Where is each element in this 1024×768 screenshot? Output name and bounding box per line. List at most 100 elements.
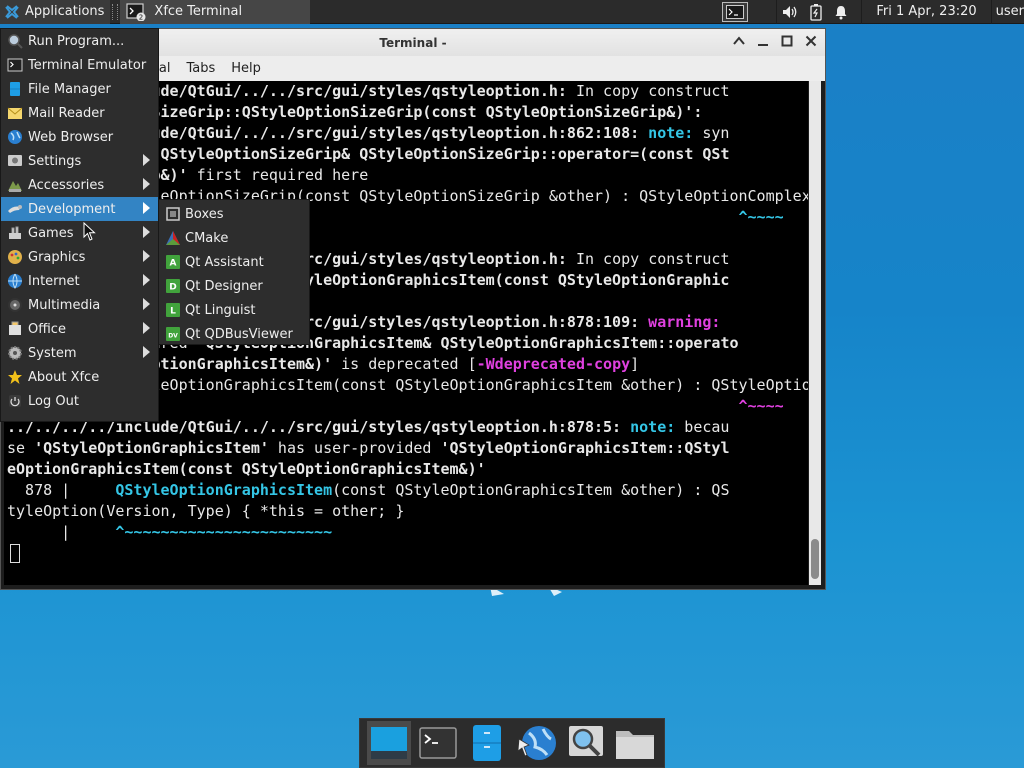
dock-search[interactable] [564,721,608,765]
games-icon [7,225,23,241]
system-icon [7,345,23,361]
top-panel: Applications 2 Xfce Terminal Fri 1 Apr, … [0,0,1024,24]
terminal-text: ] [630,355,640,373]
menu-item-label: Terminal Emulator [28,57,147,73]
terminal-text: is deprecated [ [332,355,477,373]
terminal-text: | [7,523,116,541]
menu-item-run-program[interactable]: Run Program... [1,29,158,53]
terminal-text: 'QStyleOptionGraphicsItem::QStyl [440,439,730,457]
tray-terminal-button[interactable] [722,1,749,22]
menu-item-graphics[interactable]: Graphics [1,245,158,269]
terminal-line: eOptionGraphicsItem(const QStyleOptionGr… [4,459,808,480]
menu-item-label: CMake [185,230,229,246]
menu-item-label: File Manager [28,81,111,97]
development-submenu: Boxes CMake A Qt Assistant D Qt Designer L Qt L… [158,199,310,345]
accessories-icon [7,177,23,193]
mail-icon [7,105,23,121]
menu-item-multimedia[interactable]: Multimedia [1,293,158,317]
menu-item-games[interactable]: Games [1,221,158,245]
menu-item-label: Internet [28,273,80,289]
submenu-arrow-icon [143,154,150,166]
menu-item-label: Boxes [185,206,224,222]
menu-item-label: Accessories [28,177,105,193]
menu-item-qt-qdbusviewer[interactable]: DV Qt QDBusViewer [159,322,309,346]
menu-item-qt-designer[interactable]: D Qt Designer [159,274,309,298]
minimize-button[interactable] [755,33,771,49]
qt-designer-icon: D [165,278,181,294]
menu-item-about-xfce[interactable]: About Xfce [1,365,158,389]
menu-item-office[interactable]: Office [1,317,158,341]
terminal-prompt-line [4,543,808,564]
terminal-text: In copy construct [566,82,730,100]
terminal-text: tyleOption(Version, Type) { *this = othe… [7,502,405,520]
terminal-text: -Wdeprecated-copy [476,355,631,373]
menu-item-cmake[interactable]: CMake [159,226,309,250]
panel-clock[interactable]: Fri 1 Apr, 23:20 [876,4,976,19]
scrollbar-thumb[interactable] [811,539,819,579]
panel-separator-handle[interactable] [112,3,119,20]
shade-button[interactable] [731,33,747,49]
menu-item-internet[interactable]: Internet [1,269,158,293]
menu-item-accessories[interactable]: Accessories [1,173,158,197]
chevron-up-icon [733,36,745,45]
close-button[interactable] [803,33,819,49]
menu-help[interactable]: Help [231,61,261,76]
internet-icon [7,273,23,290]
terminal-scrollbar[interactable] [809,81,821,585]
menu-item-development[interactable]: Development [1,197,158,221]
dock-file-manager[interactable] [465,721,509,765]
maximize-icon [781,35,793,47]
bottom-dock [359,718,665,768]
development-icon [7,201,23,217]
menu-item-mail-reader[interactable]: Mail Reader [1,101,158,125]
menu-item-web-browser[interactable]: Web Browser [1,125,158,149]
terminal-text: 'QStyleOptionSizeGrip& QStyleOptionSizeG… [151,145,730,163]
menu-tabs[interactable]: Tabs [186,61,215,76]
svg-text:A: A [170,259,177,269]
menu-item-label: Qt Assistant [185,254,264,270]
menu-item-terminal-emulator[interactable]: Terminal Emulator [1,53,158,77]
terminal-text: syn [693,124,730,142]
maximize-button[interactable] [779,33,795,49]
taskbar-button-terminal[interactable]: 2 Xfce Terminal [120,0,311,24]
submenu-arrow-icon [143,178,150,190]
terminal-icon [726,4,745,19]
menu-item-label: Games [28,225,74,241]
menu-item-label: Mail Reader [28,105,105,121]
dock-terminal[interactable] [416,721,460,765]
xfce-logo-icon [5,4,19,19]
menu-item-label: Web Browser [28,129,114,145]
globe-icon [7,129,23,145]
menu-item-log-out[interactable]: Log Out [1,389,158,413]
terminal-text: In copy construct [566,250,730,268]
terminal-line: | ^~~~~~~~~~~~~~~~~~~~~~~~ [4,522,808,543]
terminal-line: 878 | QStyleOptionGraphicsItem(const QSt… [4,480,808,501]
terminal-text: note: [621,418,676,436]
file-manager-icon [7,81,23,97]
menu-item-boxes[interactable]: Boxes [159,202,309,226]
menu-item-label: About Xfce [28,369,100,385]
web-browser-icon [517,726,556,760]
dock-folder[interactable] [613,721,657,765]
volume-icon[interactable] [781,4,799,20]
menu-item-label: Settings [28,153,82,169]
menu-item-system[interactable]: System [1,341,158,365]
menu-item-file-manager[interactable]: File Manager [1,77,158,101]
multimedia-icon [7,297,23,313]
svg-text:DV: DV [168,333,178,340]
menu-item-qt-assistant[interactable]: A Qt Assistant [159,250,309,274]
menu-item-qt-linguist[interactable]: L Qt Linguist [159,298,309,322]
terminal-cursor [10,544,20,563]
search-icon [568,726,603,757]
panel-user-menu[interactable]: user [996,4,1024,19]
submenu-arrow-icon [143,202,150,214]
applications-menu-button[interactable]: Applications [0,0,111,24]
dock-web-browser[interactable] [515,721,559,765]
notification-bell-icon[interactable] [833,4,849,20]
battery-icon[interactable] [809,3,823,21]
submenu-arrow-icon [143,346,150,358]
menu-item-label: Log Out [28,393,79,409]
menu-item-settings[interactable]: Settings [1,149,158,173]
menu-item-label: Office [28,321,66,337]
dock-show-desktop[interactable] [366,721,411,765]
